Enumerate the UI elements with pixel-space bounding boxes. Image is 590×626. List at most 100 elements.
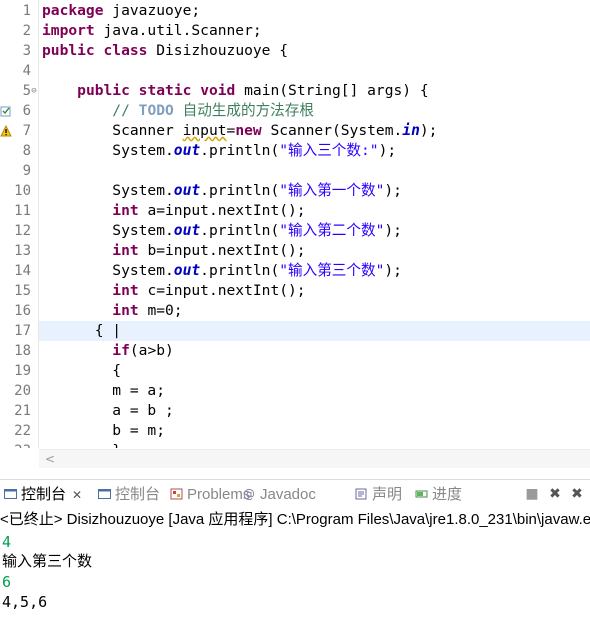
fold-collapse-icon[interactable]: ⊖ [30, 87, 38, 96]
code-line[interactable]: int c=input.nextInt(); [42, 281, 305, 301]
remove-launch-icon[interactable]: ✖ [546, 485, 564, 503]
code-token: } [42, 442, 121, 448]
code-line[interactable]: m = a; [42, 381, 165, 401]
tab-label: 声明 [372, 486, 403, 503]
code-token: ); [384, 222, 402, 239]
code-token: public [42, 42, 95, 59]
problems-icon [170, 485, 183, 500]
code-line[interactable]: if(a>b) [42, 341, 174, 361]
tab-console-active[interactable]: 控制台 ✕ [4, 484, 82, 506]
code-token: System. [42, 142, 174, 159]
code-line[interactable]: Scanner input=new Scanner(System.in); [42, 121, 437, 141]
line-number: 2 [22, 23, 31, 39]
tab-javadoc[interactable]: @ Javadoc [243, 484, 316, 506]
code-line[interactable]: { | [42, 321, 121, 341]
code-line[interactable]: System.out.println("输入第二个数"); [42, 221, 402, 241]
code-line[interactable]: { [42, 361, 121, 381]
views-tab-bar: 控制台 ✕ 控制台 Problems @ Javadoc 声明 进度 ■ ✖ ✖ [0, 479, 590, 508]
code-line[interactable]: int m=0; [42, 301, 183, 321]
line-number: 9 [22, 163, 31, 179]
code-token: .println( [200, 222, 280, 239]
code-token: new [235, 122, 262, 139]
line-number: 20 [14, 383, 31, 399]
scroll-left-icon[interactable]: < [45, 452, 55, 466]
console-icon [98, 485, 111, 499]
code-token: ); [419, 122, 438, 139]
line-number: 12 [14, 223, 31, 239]
horizontal-scrollbar[interactable]: < [39, 449, 590, 468]
code-line[interactable]: public class Disizhouzuoye { [42, 41, 288, 61]
line-number: 23 [0, 441, 31, 448]
line-number: 3 [22, 43, 31, 59]
gutter-separator [38, 0, 39, 448]
remove-all-launches-icon[interactable]: ✖ [568, 485, 586, 503]
code-line[interactable]: System.out.println("输入第一个数"); [42, 181, 402, 201]
code-editor[interactable]: 1234567891011121314151617181920212223⊖ p… [0, 0, 590, 448]
code-line[interactable]: import java.util.Scanner; [42, 21, 262, 41]
line-number: 13 [14, 243, 31, 259]
code-token: ); [384, 182, 402, 199]
line-number: 1 [22, 3, 31, 19]
code-token: .println( [200, 142, 280, 159]
code-line[interactable]: public static void main(String[] args) { [42, 81, 429, 101]
tab-problems[interactable]: Problems [170, 484, 250, 506]
tab-progress[interactable]: 进度 [415, 484, 462, 506]
progress-icon [415, 485, 428, 498]
tab-label: 进度 [432, 486, 463, 503]
code-line[interactable]: a = b ; [42, 401, 174, 421]
code-token: "输入第三个数" [279, 262, 385, 279]
tab-console-2[interactable]: 控制台 [98, 484, 160, 506]
svg-text:@: @ [243, 488, 255, 500]
task-marker-icon[interactable] [0, 105, 12, 117]
console-output[interactable]: 4 输入第三个数 6 4,5,6 [0, 532, 590, 626]
code-line[interactable]: int b=input.nextInt(); [42, 241, 306, 261]
code-token: int [112, 242, 139, 259]
code-line[interactable]: int a=input.nextInt(); [42, 201, 306, 221]
code-line[interactable]: // TODO 自动生成的方法存根 [42, 101, 314, 121]
close-icon[interactable]: ✕ [72, 488, 82, 502]
code-line[interactable]: package javazuoye; [42, 1, 200, 21]
code-token: .println( [200, 262, 280, 279]
line-number: 14 [14, 263, 31, 279]
code-token: m=0; [138, 302, 183, 319]
console-input-line: 6 [2, 573, 12, 591]
code-token: b = m; [42, 422, 166, 439]
at-icon: @ [243, 485, 256, 501]
line-number: 5 [22, 83, 31, 99]
console-output-line: 4,5,6 [2, 593, 48, 611]
code-line[interactable]: b = m; [42, 421, 165, 441]
code-token: javazuoye; [103, 2, 201, 19]
code-token: main(String[] args) { [235, 82, 429, 99]
code-token: input [182, 122, 227, 139]
code-line[interactable]: } [42, 441, 121, 448]
code-token: java.util.Scanner; [94, 22, 262, 39]
code-token: b=input.nextInt(); [138, 242, 306, 259]
code-token: if [112, 342, 130, 359]
code-line[interactable]: System.out.println("输入第三个数"); [42, 261, 402, 281]
line-number: 19 [14, 363, 31, 379]
code-token: out [173, 142, 201, 159]
tab-declaration[interactable]: 声明 [355, 484, 402, 506]
code-token: static [138, 82, 192, 99]
code-token: import [42, 22, 95, 39]
code-token: int [112, 202, 139, 219]
code-token: = [226, 122, 236, 139]
code-line[interactable]: System.out.println("输入三个数:"); [42, 141, 396, 161]
code-token: int [112, 302, 139, 319]
terminate-icon[interactable]: ■ [523, 485, 541, 503]
line-number: 11 [14, 203, 31, 219]
code-token: class [103, 42, 148, 59]
code-token: // [112, 102, 139, 119]
code-token: a=input.nextInt(); [138, 202, 306, 219]
warning-marker-icon[interactable] [0, 125, 12, 137]
current-line-highlight [39, 321, 590, 341]
code-token: package [42, 2, 104, 19]
code-token: { [42, 362, 122, 379]
line-number-gutter: 1234567891011121314151617181920212223⊖ [0, 0, 38, 448]
code-token: in [402, 122, 420, 139]
